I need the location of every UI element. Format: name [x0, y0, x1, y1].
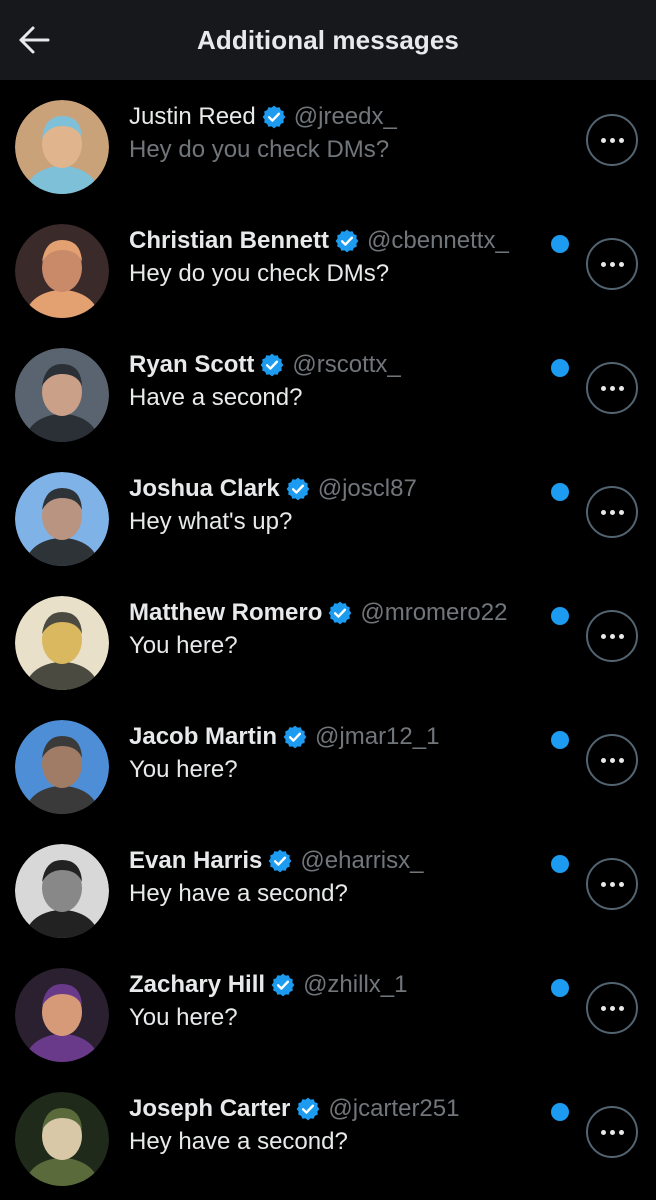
more-dots-icon — [600, 1129, 624, 1135]
message-preview: Hey do you check DMs? — [129, 260, 390, 287]
avatar[interactable] — [15, 844, 109, 938]
message-row[interactable]: Joseph Carter @jcarter251 Hey have a sec… — [0, 1072, 656, 1196]
message-preview: You here? — [129, 632, 238, 659]
more-options-button[interactable] — [586, 362, 638, 414]
back-button[interactable] — [14, 20, 54, 60]
more-options-button[interactable] — [586, 610, 638, 662]
unread-indicator — [551, 483, 569, 501]
more-options-button[interactable] — [586, 858, 638, 910]
unread-indicator — [551, 1103, 569, 1121]
message-preview: Hey have a second? — [129, 880, 348, 907]
unread-indicator — [551, 979, 569, 997]
message-row[interactable]: Evan Harris @eharrisx_ Hey have a second… — [0, 824, 656, 948]
message-row[interactable]: Zachary Hill @zhillx_1 You here? — [0, 948, 656, 1072]
sender-handle: @jreedx_ — [293, 103, 397, 130]
unread-indicator — [551, 731, 569, 749]
more-dots-icon — [600, 881, 624, 887]
message-row[interactable]: Joshua Clark @joscl87 Hey what's up? — [0, 452, 656, 576]
more-dots-icon — [600, 1005, 624, 1011]
message-preview: Have a second? — [129, 384, 303, 411]
more-dots-icon — [600, 509, 624, 515]
avatar[interactable] — [15, 968, 109, 1062]
verified-badge-icon — [260, 353, 284, 377]
message-preview: You here? — [129, 756, 238, 783]
top-bar: Additional messages — [0, 0, 656, 80]
message-row[interactable]: Ryan Scott @rscottx_ Have a second? — [0, 328, 656, 452]
more-options-button[interactable] — [586, 486, 638, 538]
verified-badge-icon — [286, 477, 310, 501]
sender-handle: @eharrisx_ — [300, 847, 424, 874]
more-dots-icon — [600, 385, 624, 391]
verified-badge-icon — [271, 973, 295, 997]
sender-name: Joshua Clark — [129, 475, 280, 502]
avatar[interactable] — [15, 1092, 109, 1186]
avatar[interactable] — [15, 348, 109, 442]
message-row[interactable]: Christian Bennett @cbennettx_ Hey do you… — [0, 204, 656, 328]
unread-indicator — [551, 359, 569, 377]
message-request-list: Justin Reed @jreedx_ Hey do you check DM… — [0, 80, 656, 1196]
unread-indicator — [551, 855, 569, 873]
more-options-button[interactable] — [586, 734, 638, 786]
sender-name: Christian Bennett — [129, 227, 330, 254]
sender-handle: @joscl87 — [317, 475, 417, 502]
sender-handle: @jcarter251 — [328, 1095, 460, 1122]
page-title: Additional messages — [197, 24, 459, 55]
more-options-button[interactable] — [586, 982, 638, 1034]
more-options-button[interactable] — [586, 114, 638, 166]
sender-handle: @cbennettx_ — [367, 227, 509, 254]
message-preview: Hey have a second? — [129, 1128, 348, 1155]
message-row[interactable]: Jacob Martin @jmar12_1 You here? — [0, 700, 656, 824]
message-preview: Hey do you check DMs? — [129, 136, 390, 163]
sender-name: Evan Harris — [129, 847, 263, 874]
avatar[interactable] — [15, 224, 109, 318]
verified-badge-icon — [269, 849, 292, 873]
verified-badge-icon — [297, 1097, 320, 1121]
message-row[interactable]: Matthew Romero @mromero22 You here? — [0, 576, 656, 700]
verified-badge-icon — [283, 725, 307, 749]
sender-handle: @rscottx_ — [292, 351, 401, 378]
sender-handle: @mromero22 — [360, 599, 508, 626]
unread-indicator — [551, 235, 569, 253]
sender-handle: @zhillx_1 — [303, 971, 408, 998]
more-dots-icon — [600, 261, 624, 267]
more-dots-icon — [600, 137, 624, 143]
sender-name: Justin Reed — [129, 103, 256, 130]
message-row[interactable]: Justin Reed @jreedx_ Hey do you check DM… — [0, 80, 656, 204]
avatar[interactable] — [15, 596, 109, 690]
sender-name: Matthew Romero — [129, 599, 323, 626]
message-preview: Hey what's up? — [129, 508, 293, 535]
more-options-button[interactable] — [586, 1106, 638, 1158]
sender-name: Joseph Carter — [129, 1095, 291, 1122]
more-dots-icon — [600, 633, 624, 639]
sender-name: Zachary Hill — [129, 971, 266, 998]
sender-name: Ryan Scott — [129, 351, 255, 378]
sender-handle: @jmar12_1 — [315, 723, 440, 750]
avatar[interactable] — [15, 720, 109, 814]
verified-badge-icon — [335, 229, 359, 253]
avatar[interactable] — [15, 100, 109, 194]
unread-indicator — [551, 607, 569, 625]
message-preview: You here? — [129, 1004, 238, 1031]
avatar[interactable] — [15, 472, 109, 566]
more-options-button[interactable] — [586, 238, 638, 290]
more-dots-icon — [600, 757, 624, 763]
verified-badge-icon — [328, 601, 352, 625]
sender-name: Jacob Martin — [129, 723, 278, 750]
arrow-left-icon — [19, 26, 50, 54]
verified-badge-icon — [262, 105, 286, 129]
